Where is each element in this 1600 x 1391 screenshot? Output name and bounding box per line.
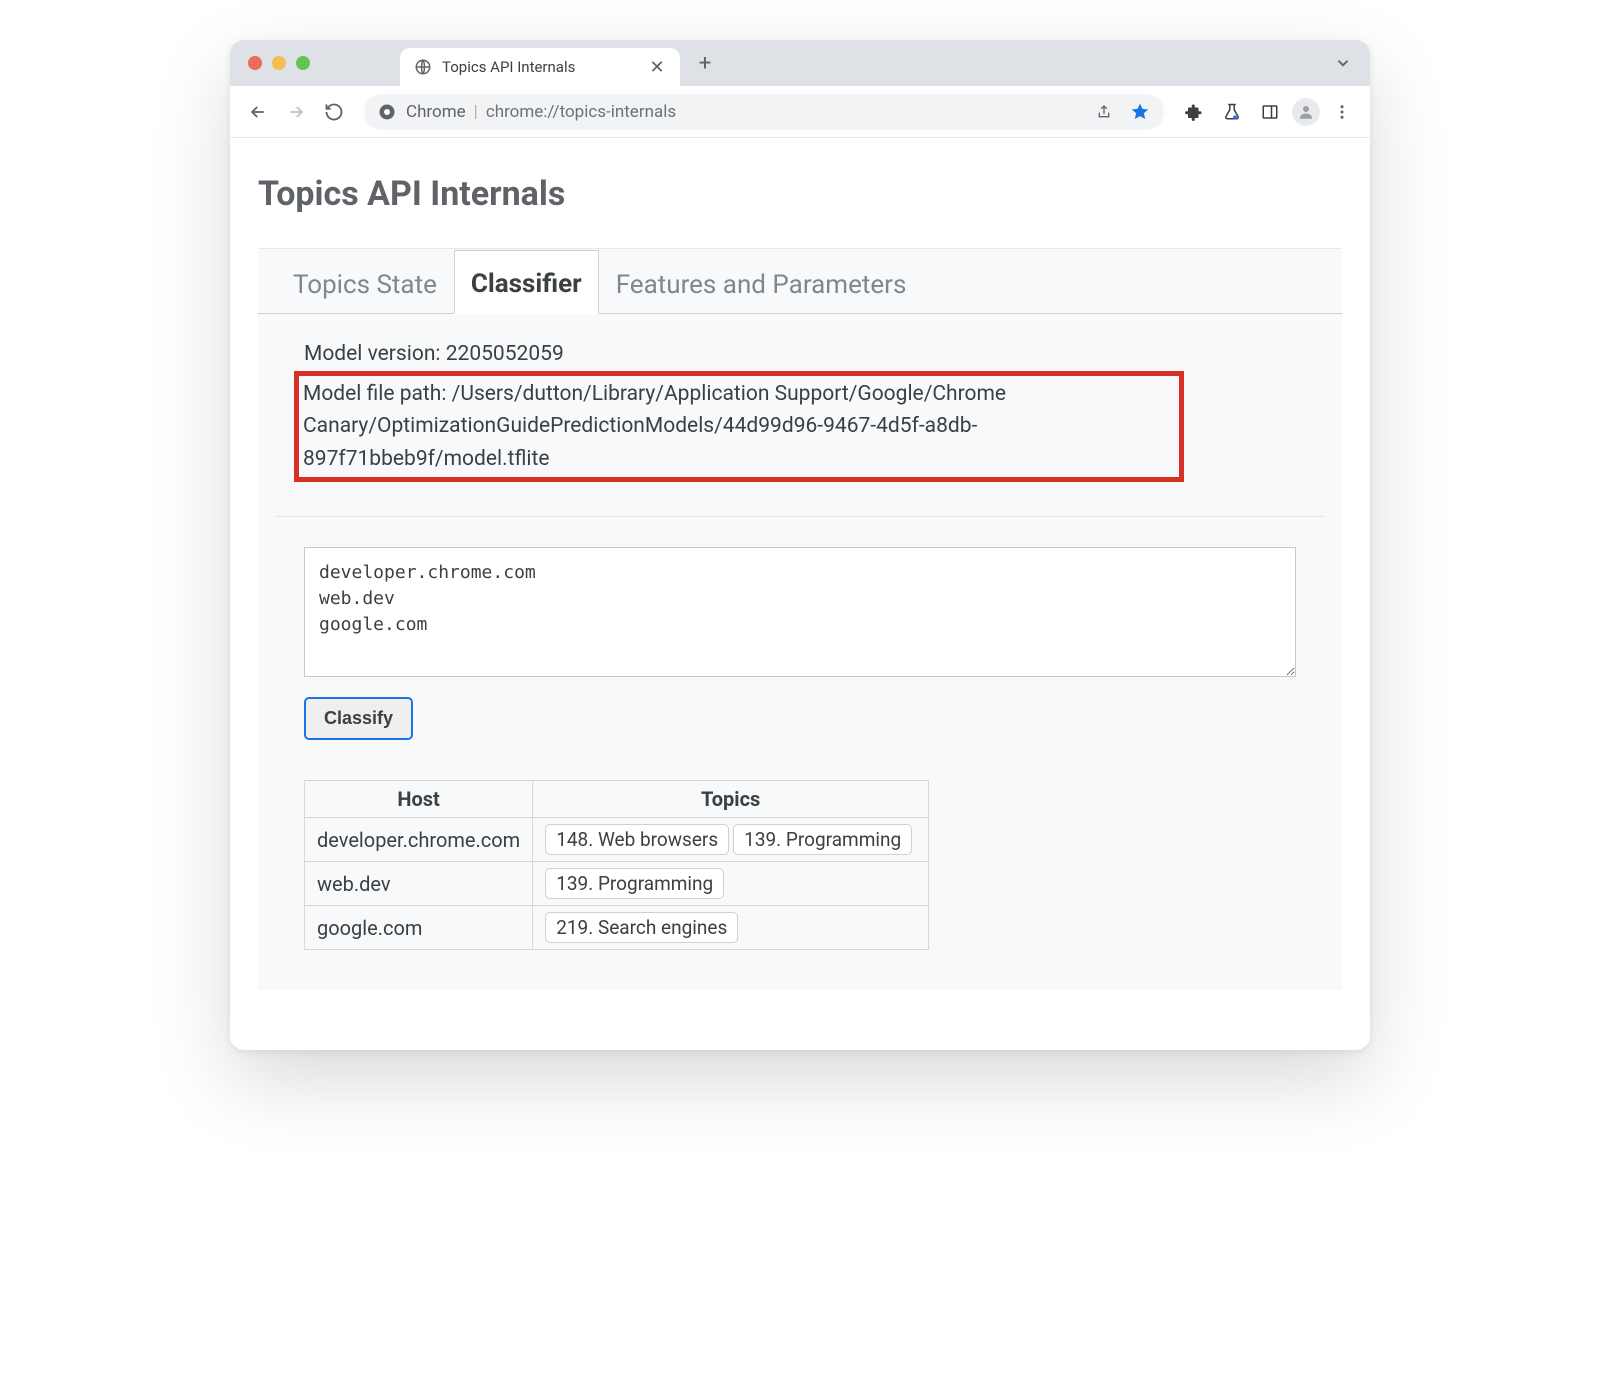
- classify-button[interactable]: Classify: [304, 697, 413, 740]
- extensions-icon[interactable]: [1178, 96, 1210, 128]
- host-cell: google.com: [305, 906, 533, 950]
- forward-button[interactable]: [280, 96, 312, 128]
- toolbar: Chrome|chrome://topics-internals: [230, 86, 1370, 138]
- page-title: Topics API Internals: [258, 174, 1342, 214]
- host-cell: developer.chrome.com: [305, 818, 533, 862]
- page-content: Topics API Internals Topics State Classi…: [230, 138, 1370, 1050]
- omnibox-text: Chrome|chrome://topics-internals: [406, 102, 676, 122]
- topic-pill: 219. Search engines: [545, 912, 738, 943]
- results-table: Host Topics developer.chrome.com148. Web…: [304, 780, 929, 950]
- topics-cell: 148. Web browsers139. Programming: [533, 818, 929, 862]
- panel-tabs: Topics State Classifier Features and Par…: [258, 249, 1342, 314]
- browser-tab[interactable]: Topics API Internals ✕: [400, 48, 680, 86]
- profile-avatar[interactable]: [1292, 98, 1320, 126]
- window-minimize-button[interactable]: [272, 56, 286, 70]
- host-cell: web.dev: [305, 862, 533, 906]
- topics-cell: 139. Programming: [533, 862, 929, 906]
- reload-button[interactable]: [318, 96, 350, 128]
- model-path-highlight: Model file path: /Users/dutton/Library/A…: [294, 371, 1184, 483]
- hosts-input[interactable]: [304, 547, 1296, 677]
- window-close-button[interactable]: [248, 56, 262, 70]
- table-row: developer.chrome.com148. Web browsers139…: [305, 818, 929, 862]
- table-row: google.com 219. Search engines: [305, 906, 929, 950]
- tab-features-parameters[interactable]: Features and Parameters: [599, 251, 924, 314]
- tab-strip: Topics API Internals ✕ +: [230, 40, 1370, 86]
- tab-title: Topics API Internals: [442, 58, 638, 76]
- chrome-logo-icon: [378, 103, 396, 121]
- labs-icon[interactable]: [1216, 96, 1248, 128]
- tab-topics-state[interactable]: Topics State: [276, 251, 454, 314]
- topic-pill: 148. Web browsers: [545, 824, 729, 855]
- omnibox[interactable]: Chrome|chrome://topics-internals: [364, 94, 1164, 130]
- topics-cell: 219. Search engines: [533, 906, 929, 950]
- kebab-menu-icon[interactable]: [1326, 96, 1358, 128]
- model-info-block: Model version: 2205052059 Model file pat…: [276, 334, 1324, 517]
- table-row: web.dev 139. Programming: [305, 862, 929, 906]
- tab-classifier[interactable]: Classifier: [454, 250, 599, 314]
- close-tab-button[interactable]: ✕: [648, 57, 666, 78]
- new-tab-button[interactable]: +: [690, 48, 720, 78]
- globe-icon: [414, 58, 432, 76]
- topic-pill: 139. Programming: [733, 824, 912, 855]
- side-panel-icon[interactable]: [1254, 96, 1286, 128]
- traffic-lights: [248, 56, 310, 70]
- browser-window: Topics API Internals ✕ + Chrome|chrome:/…: [230, 40, 1370, 1050]
- model-version-row: Model version: 2205052059: [304, 338, 1324, 371]
- window-zoom-button[interactable]: [296, 56, 310, 70]
- topic-pill: 139. Programming: [545, 868, 724, 899]
- classifier-form: Classify Host Topics developer.chrome.co…: [276, 547, 1324, 950]
- results-section: Host Topics developer.chrome.com148. Web…: [304, 780, 1296, 950]
- bookmark-star-icon[interactable]: [1130, 102, 1150, 122]
- col-header-topics: Topics: [533, 781, 929, 818]
- share-icon[interactable]: [1096, 104, 1112, 120]
- model-version-value: 2205052059: [446, 342, 564, 366]
- tab-search-button[interactable]: [1334, 54, 1352, 72]
- col-header-host: Host: [305, 781, 533, 818]
- main-card: Topics State Classifier Features and Par…: [258, 248, 1342, 990]
- back-button[interactable]: [242, 96, 274, 128]
